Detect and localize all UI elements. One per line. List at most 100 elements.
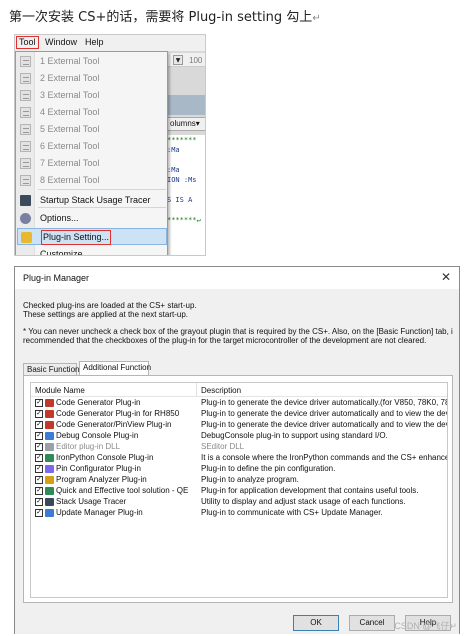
plugin-row[interactable]: ✓ Quick and Effective tool solution - QE P… — [31, 486, 447, 496]
plugin-row[interactable]: ✓ Editor plug-in DLL SEditor DLL — [31, 442, 447, 452]
menu-item-external-tool-5[interactable]: 5 External Tool — [17, 121, 167, 138]
plugin-list: Module Name Description ✓ Code Generator … — [30, 382, 448, 598]
tab-panel: Module Name Description ✓ Code Generator … — [23, 375, 453, 603]
menu-item-external-tool-6[interactable]: 6 External Tool — [17, 138, 167, 155]
plugin-icon — [45, 410, 54, 418]
combo-dropdown-arrow[interactable]: ▼ — [173, 55, 183, 65]
menu-item-label: 8 External Tool — [40, 175, 100, 185]
plugin-module-name: IronPython Console Plug-in — [56, 453, 154, 462]
dialog-title: Plug-in Manager — [23, 273, 90, 283]
plugin-checkbox[interactable]: ✓ — [35, 399, 43, 407]
plugin-icon — [45, 498, 54, 506]
plugin-checkbox[interactable]: ✓ — [35, 410, 43, 418]
menu-item-customize[interactable]: Customize... — [17, 246, 167, 256]
plugin-description: Plug-in to generate the device driver au… — [201, 420, 447, 429]
stack-tracer-icon — [20, 195, 31, 206]
menu-item-label: 5 External Tool — [40, 124, 100, 134]
plugin-row[interactable]: ✓ Program Analyzer Plug-in Plug-in to anal… — [31, 475, 447, 485]
external-tool-icon — [20, 107, 31, 118]
external-tool-icon — [20, 175, 31, 186]
plugin-row[interactable]: ✓ Code Generator Plug-in for RH850 Plug-in… — [31, 409, 447, 419]
menu-item-label: Customize... — [40, 249, 91, 256]
plugin-checkbox: ✓ — [35, 443, 43, 451]
plugin-checkbox[interactable]: ✓ — [35, 421, 43, 429]
zoom-value: 100 — [189, 56, 203, 65]
plugin-description: Plug-in to generate the device driver au… — [201, 398, 447, 407]
info-line: Checked plug-ins are loaded at the CS+ s… — [23, 301, 197, 310]
plugin-row[interactable]: ✓ Update Manager Plug-in Plug-in to commun… — [31, 508, 447, 518]
menu-window[interactable]: Window — [45, 37, 77, 47]
cancel-button[interactable]: Cancel — [349, 615, 395, 631]
menu-item-external-tool-3[interactable]: 3 External Tool — [17, 87, 167, 104]
ok-button[interactable]: OK — [293, 615, 339, 631]
menu-tool[interactable]: Tool — [16, 36, 39, 49]
plugin-module-name: Code Generator Plug-in for RH850 — [56, 409, 180, 418]
menu-item-options[interactable]: Options... — [17, 210, 167, 227]
note-text: * You can never uncheck a check box of t… — [23, 327, 453, 345]
plugin-description: DebugConsole plug-in to support using st… — [201, 431, 388, 440]
plugin-icon — [45, 476, 54, 484]
menu-item-label: 7 External Tool — [40, 158, 100, 168]
plugin-checkbox[interactable]: ✓ — [35, 509, 43, 517]
menu-item-label: Options... — [40, 213, 79, 223]
plugin-row[interactable]: ✓ Pin Configurator Plug-in Plug-in to defi… — [31, 464, 447, 474]
menu-item-label: 4 External Tool — [40, 107, 100, 117]
list-header: Module Name Description — [31, 383, 447, 397]
column-header-description[interactable]: Description — [201, 386, 241, 395]
plugin-icon — [45, 432, 54, 440]
plugin-icon — [45, 443, 54, 451]
plugin-description: Utility to display and adjust stack usag… — [201, 497, 406, 506]
dialog-titlebar: Plug-in Manager ✕ — [15, 267, 459, 289]
plugin-checkbox[interactable]: ✓ — [35, 465, 43, 473]
plugin-checkbox[interactable]: ✓ — [35, 432, 43, 440]
plugin-row[interactable]: ✓ Debug Console Plug-in DebugConsole plug-… — [31, 431, 447, 441]
plugin-row[interactable]: ✓ Stack Usage Tracer Utility to display an… — [31, 497, 447, 507]
tab-basic-function[interactable]: Basic Function — [23, 363, 79, 375]
plugin-row[interactable]: ✓ Code Generator Plug-in Plug-in to genera… — [31, 398, 447, 408]
plugin-checkbox[interactable]: ✓ — [35, 476, 43, 484]
menu-item-label: 1 External Tool — [40, 56, 100, 66]
plugin-checkbox[interactable]: ✓ — [35, 498, 43, 506]
plugin-icon — [45, 454, 54, 462]
plugin-setting-icon — [21, 232, 32, 243]
plugin-module-name: Quick and Effective tool solution - QE — [56, 486, 189, 495]
code-line: ION :Ms — [167, 176, 197, 184]
plugin-module-name: Editor plug-in DLL — [56, 442, 121, 451]
plugin-description: Plug-in to analyze program. — [201, 475, 299, 484]
plugin-icon — [45, 509, 54, 517]
note-line: * You can never uncheck a check box of t… — [23, 327, 453, 336]
plugin-checkbox[interactable]: ✓ — [35, 487, 43, 495]
plugin-icon — [45, 421, 54, 429]
instruction-heading: 第一次安装 CS+的话，需要将 Plug-in setting 勾上↵ — [9, 6, 321, 25]
note-line: recommended that the checkboxes of the p… — [23, 336, 427, 345]
plugin-row[interactable]: ✓ IronPython Console Plug-in It is a conso… — [31, 453, 447, 463]
tab-additional-function[interactable]: Additional Function — [79, 361, 151, 375]
menu-item-external-tool-7[interactable]: 7 External Tool — [17, 155, 167, 172]
external-tool-icon — [20, 141, 31, 152]
tool-dropdown-menu: 1 External Tool 2 External Tool 3 External… — [15, 51, 168, 256]
plugin-description: It is a console where the IronPython com… — [201, 453, 447, 462]
columns-button[interactable]: olumns▾ — [165, 117, 205, 131]
plugin-description: Plug-in to define the pin configuration. — [201, 464, 336, 473]
plugin-description: Plug-in to generate the device driver au… — [201, 409, 447, 418]
menu-bar: Tool Window Help — [15, 35, 205, 51]
plugin-manager-dialog: Plug-in Manager ✕ Checked plug-ins are l… — [14, 266, 460, 634]
code-line: :Ma — [167, 146, 180, 154]
plugin-icon — [45, 465, 54, 473]
menu-item-plugin-setting[interactable]: Plug-in Setting... — [17, 228, 167, 245]
external-tool-icon — [20, 73, 31, 84]
column-header-module-name[interactable]: Module Name — [35, 386, 85, 395]
external-tool-icon — [20, 124, 31, 135]
menu-item-external-tool-4[interactable]: 4 External Tool — [17, 104, 167, 121]
menu-item-external-tool-1[interactable]: 1 External Tool — [17, 53, 167, 70]
menu-item-external-tool-2[interactable]: 2 External Tool — [17, 70, 167, 87]
plugin-checkbox[interactable]: ✓ — [35, 454, 43, 462]
plugin-row[interactable]: ✓ Code Generator/PinView Plug-in Plug-in t… — [31, 420, 447, 430]
menu-item-external-tool-8[interactable]: 8 External Tool — [17, 172, 167, 189]
column-divider[interactable] — [196, 383, 197, 397]
menu-help[interactable]: Help — [85, 37, 104, 47]
plugin-module-name: Stack Usage Tracer — [56, 497, 127, 506]
close-icon[interactable]: ✕ — [441, 270, 451, 284]
